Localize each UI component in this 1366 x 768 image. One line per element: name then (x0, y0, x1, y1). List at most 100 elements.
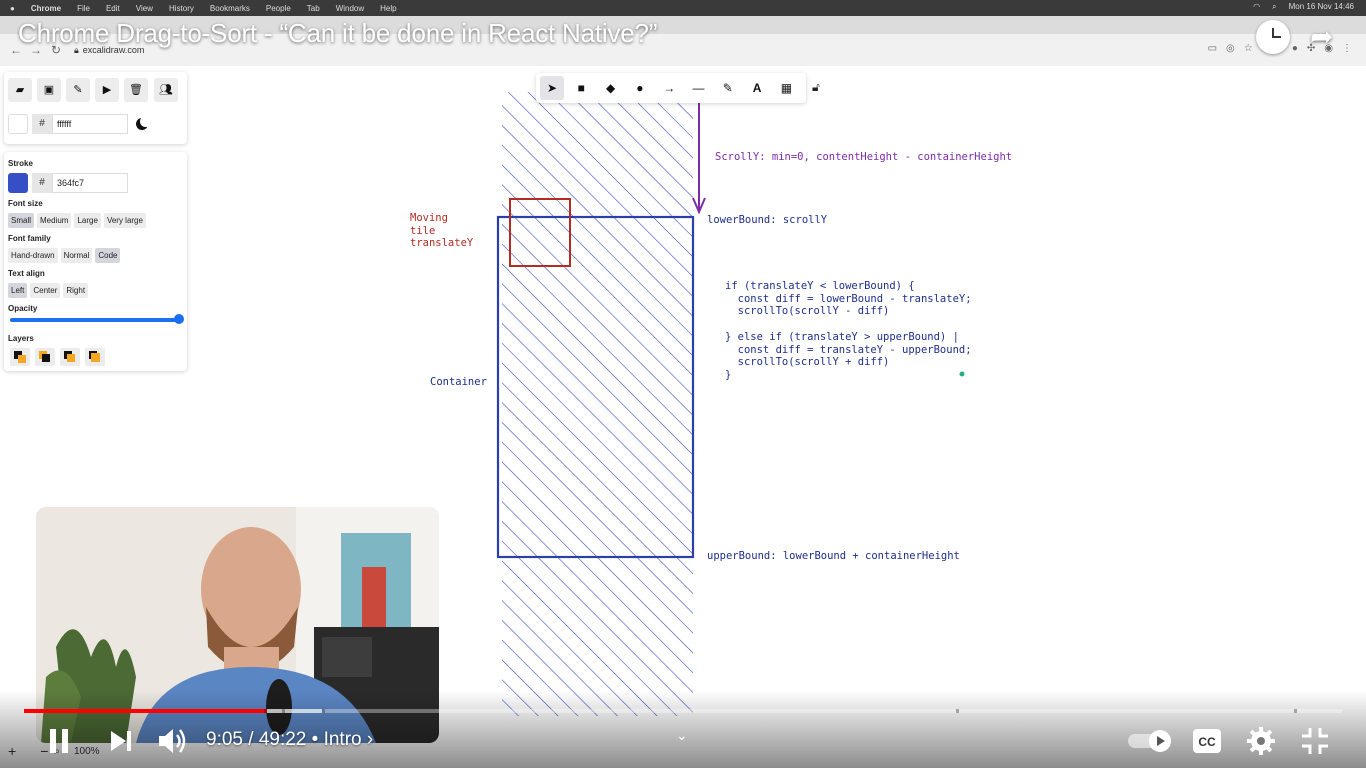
lower-bound-label[interactable]: lowerBound: scrollY (707, 214, 827, 227)
menu-file[interactable]: File (77, 4, 90, 13)
trash-icon[interactable]: 🗑︎ (124, 78, 148, 102)
autoplay-toggle[interactable] (1128, 729, 1174, 753)
moving-tile-line: tile (410, 224, 436, 237)
menu-bookmarks[interactable]: Bookmarks (210, 4, 250, 13)
font-size-label: Font size (8, 199, 43, 208)
captions-icon[interactable]: CC (1192, 728, 1222, 754)
font-family-label: Font family (8, 234, 51, 243)
location-icon[interactable]: ◎ (1226, 43, 1235, 54)
menubar-clock[interactable]: Mon 16 Nov 14:46 (1289, 2, 1354, 12)
diamond-tool-icon[interactable]: ◆ (598, 76, 623, 100)
save-icon[interactable]: ▣ (37, 78, 61, 102)
menu-people[interactable]: People (266, 4, 291, 13)
stroke-label: Stroke (8, 159, 33, 168)
canvas-bg-swatch[interactable] (8, 114, 28, 134)
text-align-right[interactable]: Right (63, 283, 89, 298)
collaborate-icon[interactable]: 👥︎ (154, 78, 178, 102)
zoom-level[interactable]: 100% (74, 746, 100, 757)
pause-icon[interactable] (48, 729, 70, 753)
code-line: } (725, 368, 732, 381)
library-tool-icon[interactable]: ▦ (774, 76, 799, 100)
hatched-scroll-area[interactable] (502, 92, 693, 716)
exit-fullscreen-icon[interactable] (1302, 728, 1328, 754)
code-line: const diff = lowerBound - translateY; (725, 292, 972, 305)
send-to-back-icon[interactable] (10, 348, 30, 366)
opacity-slider[interactable] (10, 318, 182, 322)
menu-view[interactable]: View (136, 4, 153, 13)
text-align-left[interactable]: Left (8, 283, 28, 298)
moving-tile-line: Moving (410, 212, 448, 224)
chapter-marker (1294, 709, 1297, 713)
canvas-bg-input[interactable]: ffffff (52, 114, 128, 134)
send-backward-icon[interactable] (35, 348, 55, 366)
extension-icon[interactable]: ● (1292, 43, 1298, 54)
moving-tile-line: translateY (410, 237, 474, 250)
video-title[interactable]: Chrome Drag-to-Sort - “Can it be done in… (18, 18, 657, 49)
cast-icon[interactable]: ▭ (1208, 43, 1217, 54)
menu-chrome[interactable]: Chrome (31, 4, 61, 13)
menu-window[interactable]: Window (336, 4, 364, 13)
arrow-tool-icon[interactable]: → (657, 76, 682, 100)
code-block[interactable]: if (translateY < lowerBound) { const dif… (725, 280, 972, 382)
text-align-center[interactable]: Center (30, 283, 61, 298)
shape-toolbar: ➤ ■ ◆ ● → — ✎ A ▦ (536, 73, 806, 103)
font-family-code[interactable]: Code (95, 248, 121, 263)
opacity-slider-handle[interactable] (174, 314, 184, 324)
selection-tool-icon[interactable]: ➤ (540, 76, 564, 100)
video-time-display[interactable]: 9:05 / 49:22 • Intro › (206, 729, 373, 751)
search-icon[interactable]: ⌕ (1272, 2, 1276, 12)
text-align-label: Text align (8, 269, 45, 278)
upper-bound-label[interactable]: upperBound: lowerBound + containerHeight (707, 550, 960, 563)
font-size-very-large[interactable]: Very large (103, 213, 146, 228)
rectangle-tool-icon[interactable]: ■ (569, 76, 594, 100)
bring-forward-icon[interactable] (60, 348, 80, 366)
stroke-row: # 364fc7 (8, 173, 128, 193)
bring-to-front-icon[interactable] (85, 348, 105, 366)
opacity-label: Opacity (8, 304, 38, 313)
code-line: } else if (translateY > upperBound) | (725, 330, 959, 343)
properties-panel: Stroke # 364fc7 Font size Small Medium L… (4, 152, 187, 371)
video-progress-bar[interactable] (24, 709, 1342, 713)
menu-edit[interactable]: Edit (106, 4, 120, 13)
font-size-medium[interactable]: Medium (37, 213, 72, 228)
apple-icon[interactable]: ● (10, 4, 15, 13)
text-tool-icon[interactable]: A (745, 76, 770, 100)
unlock-icon[interactable]: 🔓︎ (812, 80, 820, 95)
font-size-small[interactable]: Small (8, 213, 35, 228)
export-image-icon[interactable]: ✎ (66, 78, 90, 102)
watch-later-icon[interactable] (1256, 20, 1290, 54)
settings-icon[interactable] (1247, 727, 1275, 755)
zoom-in-icon[interactable]: + (8, 743, 16, 759)
line-tool-icon[interactable]: — (686, 76, 711, 100)
font-family-normal[interactable]: Normal (60, 248, 93, 263)
ellipse-tool-icon[interactable]: ● (627, 76, 652, 100)
stroke-color-input[interactable]: 364fc7 (52, 173, 128, 193)
export-icon[interactable]: ▶ (95, 78, 119, 102)
next-icon[interactable] (109, 731, 133, 751)
font-size-options: Small Medium Large Very large (8, 213, 146, 228)
draw-tool-icon[interactable]: ✎ (715, 76, 740, 100)
moving-tile-label[interactable]: Moving tile translateY (410, 212, 473, 250)
open-icon[interactable]: ▰ (8, 78, 32, 102)
share-icon[interactable]: ➦ (1310, 20, 1346, 54)
code-line: if (translateY < lowerBound) { (725, 280, 915, 292)
chevron-down-icon[interactable]: ⌄ (676, 727, 688, 744)
chapter-marker (264, 709, 267, 713)
chapter-marker (956, 709, 959, 713)
chapter-marker (282, 709, 285, 713)
menu-history[interactable]: History (169, 4, 194, 13)
code-line: scrollTo(scrollY + diff) (725, 356, 890, 369)
menu-help[interactable]: Help (380, 4, 396, 13)
stroke-swatch[interactable] (8, 173, 28, 193)
font-family-hand-drawn[interactable]: Hand-drawn (8, 248, 58, 263)
chapter-marker (322, 709, 325, 713)
scroll-label[interactable]: ScrollY: min=0, contentHeight - containe… (715, 151, 1012, 164)
wifi-icon[interactable]: ◠ (1253, 2, 1260, 12)
container-label[interactable]: Container (430, 376, 487, 389)
menu-tab[interactable]: Tab (307, 4, 320, 13)
font-size-large[interactable]: Large (74, 213, 101, 228)
hash-label: # (32, 173, 52, 193)
dark-mode-icon[interactable] (136, 116, 151, 130)
volume-icon[interactable] (158, 727, 188, 755)
star-icon[interactable]: ☆ (1244, 43, 1253, 54)
